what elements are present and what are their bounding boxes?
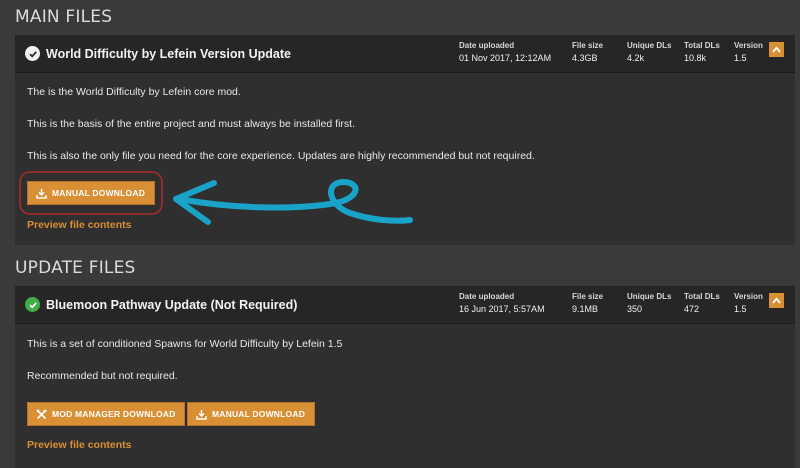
update-files-heading: UPDATE FILES bbox=[15, 258, 136, 278]
stat-file-size: File size 9.1MB bbox=[572, 292, 603, 314]
main-file-desc-3: This is also the only file you need for … bbox=[27, 150, 535, 162]
stat-version-label: Version bbox=[734, 292, 763, 301]
collapse-button[interactable] bbox=[769, 42, 784, 57]
stat-date-label: Date uploaded bbox=[459, 292, 515, 301]
stat-file-size: File size 4.3GB bbox=[572, 41, 603, 63]
mod-manager-download-label: MOD MANAGER DOWNLOAD bbox=[52, 409, 176, 419]
preview-file-contents-link[interactable]: Preview file contents bbox=[27, 439, 131, 451]
stat-unique-dls: Unique DLs 350 bbox=[627, 292, 671, 314]
main-file-header: World Difficulty by Lefein Version Updat… bbox=[15, 35, 795, 73]
manual-download-label: MANUAL DOWNLOAD bbox=[212, 409, 306, 419]
stat-unique-value: 350 bbox=[627, 304, 643, 314]
download-icon bbox=[196, 409, 207, 420]
update-file-header: Bluemoon Pathway Update (Not Required) D… bbox=[15, 286, 795, 324]
stat-total-value: 472 bbox=[684, 304, 700, 314]
stat-unique-label: Unique DLs bbox=[627, 41, 672, 50]
stat-total-dls: Total DLs 10.8k bbox=[684, 41, 720, 63]
check-icon bbox=[25, 46, 40, 61]
stat-date-uploaded: Date uploaded 01 Nov 2017, 12:12AM bbox=[459, 41, 551, 63]
stat-unique-label: Unique DLs bbox=[627, 292, 672, 301]
main-file-desc-1: The is the World Difficulty by Lefein co… bbox=[27, 86, 241, 98]
stat-version: Version 1.5 bbox=[734, 41, 763, 63]
manual-download-label: MANUAL DOWNLOAD bbox=[52, 188, 146, 198]
update-file-desc-1: This is a set of conditioned Spawns for … bbox=[27, 338, 343, 350]
update-file-name: Bluemoon Pathway Update (Not Required) bbox=[46, 298, 298, 312]
manual-download-button[interactable]: MANUAL DOWNLOAD bbox=[187, 402, 316, 426]
stat-date-value: 16 Jun 2017, 5:57AM bbox=[459, 304, 545, 314]
stat-version: Version 1.5 bbox=[734, 292, 763, 314]
stat-version-label: Version bbox=[734, 41, 763, 50]
manual-download-button[interactable]: MANUAL DOWNLOAD bbox=[27, 181, 156, 205]
main-file-card: World Difficulty by Lefein Version Updat… bbox=[15, 35, 795, 245]
chevron-up-icon bbox=[772, 46, 781, 53]
stat-date-uploaded: Date uploaded 16 Jun 2017, 5:57AM bbox=[459, 292, 545, 314]
stat-unique-dls: Unique DLs 4.2k bbox=[627, 41, 671, 63]
stat-unique-value: 4.2k bbox=[627, 53, 645, 63]
collapse-button[interactable] bbox=[769, 293, 784, 308]
stat-version-value: 1.5 bbox=[734, 304, 747, 314]
main-files-heading: MAIN FILES bbox=[15, 7, 113, 27]
stat-total-value: 10.8k bbox=[684, 53, 707, 63]
stat-total-label: Total DLs bbox=[684, 41, 720, 50]
wrench-icon bbox=[36, 409, 47, 419]
mod-manager-download-button[interactable]: MOD MANAGER DOWNLOAD bbox=[27, 402, 186, 426]
download-icon bbox=[36, 188, 47, 199]
chevron-up-icon bbox=[772, 297, 781, 304]
stat-size-label: File size bbox=[572, 41, 604, 50]
update-file-card: Bluemoon Pathway Update (Not Required) D… bbox=[15, 286, 795, 468]
stat-total-label: Total DLs bbox=[684, 292, 720, 301]
stat-date-label: Date uploaded bbox=[459, 41, 515, 50]
main-file-name: World Difficulty by Lefein Version Updat… bbox=[46, 47, 291, 61]
main-file-desc-2: This is the basis of the entire project … bbox=[27, 118, 355, 130]
stat-version-value: 1.5 bbox=[734, 53, 747, 63]
stat-size-value: 9.1MB bbox=[572, 304, 599, 314]
update-file-desc-2: Recommended but not required. bbox=[27, 370, 178, 382]
check-icon bbox=[25, 297, 40, 312]
stat-total-dls: Total DLs 472 bbox=[684, 292, 720, 314]
stat-size-label: File size bbox=[572, 292, 604, 301]
preview-file-contents-link[interactable]: Preview file contents bbox=[27, 219, 131, 231]
stat-size-value: 4.3GB bbox=[572, 53, 598, 63]
stat-date-value: 01 Nov 2017, 12:12AM bbox=[459, 53, 552, 63]
